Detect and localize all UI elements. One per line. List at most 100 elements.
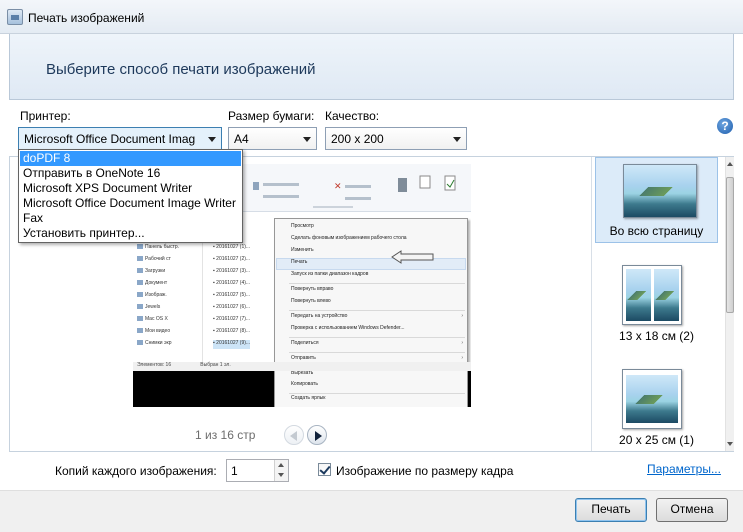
chevron-down-icon — [208, 137, 216, 142]
help-icon[interactable]: ? — [717, 118, 733, 134]
layout-13x18[interactable]: 13 x 18 см (2) — [595, 257, 718, 347]
file-row: ▪ 20161027 (1)... — [213, 244, 251, 250]
navigation-pane: Панель быстр. Рабочий ст Загрузки Докуме… — [133, 240, 203, 362]
layout-label: 13 x 18 см (2) — [619, 329, 694, 343]
context-item: Поделиться — [291, 340, 319, 346]
context-separator — [289, 310, 465, 311]
stepper-buttons[interactable] — [274, 460, 288, 481]
context-item: Передать на устройство — [291, 313, 348, 319]
paper-size-value: A4 — [234, 132, 249, 146]
layout-thumbnail — [622, 265, 682, 325]
scrollbar-thumb[interactable] — [726, 177, 734, 313]
quality-value: 200 x 200 — [331, 132, 384, 146]
layout-scrollbar[interactable] — [725, 157, 734, 451]
explorer-status-bar: Элементов: 16 Выбран 1 эл. — [133, 362, 471, 371]
printer-dropdown-list[interactable]: doPDF 8 Отправить в OneNote 16 Microsoft… — [18, 149, 243, 243]
printer-select-value: Microsoft Office Document Imag — [24, 132, 196, 146]
context-item: Проверка с использованием Windows Defend… — [291, 325, 405, 331]
copies-value[interactable]: 1 — [231, 464, 238, 478]
context-separator — [289, 337, 465, 338]
printer-option-install[interactable]: Установить принтер... — [20, 226, 241, 241]
file-row: ▪ 20161027 (2)... — [213, 256, 251, 262]
file-row: ▪ 20161027 (4)... — [213, 280, 251, 286]
previous-page-button[interactable] — [284, 425, 304, 445]
stepper-down-icon[interactable] — [278, 473, 284, 477]
print-pictures-window: Печать изображений Выберите способ печат… — [0, 0, 743, 532]
scroll-down-icon[interactable] — [727, 442, 733, 446]
printer-app-icon — [7, 9, 23, 25]
quality-label: Качество: — [325, 109, 380, 123]
printer-label: Принтер: — [20, 109, 71, 123]
nav-item: Снимки экр — [137, 340, 172, 349]
layout-full-page[interactable]: Во всю страницу — [595, 157, 718, 243]
copies-label: Копий каждого изображения: — [55, 464, 217, 478]
pointer-arrow-icon — [391, 250, 434, 264]
printer-option-mso-image-writer[interactable]: Microsoft Office Document Image Writer — [20, 196, 241, 211]
file-row: ▪ 20161027 (5)... — [213, 292, 251, 298]
layout-list: Во всю страницу 13 x 18 см (2) 20 x 25 с… — [591, 157, 723, 451]
wizard-header: Выберите способ печати изображений — [9, 34, 734, 100]
context-item: Запуск из папки диапазон кадров — [291, 271, 369, 277]
context-item: Копировать — [291, 381, 318, 387]
printer-option-xps[interactable]: Microsoft XPS Document Writer — [20, 181, 241, 196]
nav-item: Mac OS X — [137, 316, 168, 325]
arrow-left-icon — [290, 431, 297, 441]
header-title: Выберите способ печати изображений — [46, 61, 316, 78]
layout-20x25[interactable]: 20 x 25 см (1) — [595, 361, 718, 451]
preview-context-menu: Просмотр Сделать фоновым изображением ра… — [274, 218, 468, 407]
fit-picture-label[interactable]: Изображение по размеру кадра — [336, 464, 513, 478]
context-item: Повернуть влево — [291, 298, 331, 304]
file-row: ▪ 20161027 (3)... — [213, 268, 251, 274]
cancel-button[interactable]: Отмена — [656, 498, 728, 522]
context-separator — [289, 352, 465, 353]
paper-size-select[interactable]: A4 — [228, 127, 317, 150]
svg-text:✕: ✕ — [334, 182, 342, 192]
printer-select[interactable]: Microsoft Office Document Imag — [18, 127, 222, 150]
nav-item: Рабочий ст — [137, 256, 171, 265]
next-page-button[interactable] — [307, 425, 327, 445]
layout-thumbnail — [623, 164, 697, 218]
arrow-right-icon — [315, 431, 322, 441]
context-item-print: Печать — [276, 258, 466, 270]
nav-item: Изображ. — [137, 292, 167, 301]
options-link[interactable]: Параметры... — [647, 462, 721, 476]
copies-stepper[interactable]: 1 — [226, 459, 289, 482]
chevron-down-icon — [453, 137, 461, 142]
context-item: Вырезать — [291, 370, 314, 376]
fit-picture-checkbox[interactable] — [318, 463, 331, 476]
title-bar: Печать изображений — [0, 0, 743, 34]
nav-item: Панель быстр. — [137, 244, 179, 253]
context-separator — [289, 393, 465, 394]
file-row: ▪ 20161027 (8)... — [213, 328, 251, 334]
printer-option-onenote[interactable]: Отправить в OneNote 16 — [20, 166, 241, 181]
file-row: ▪ 20161027 (6)... — [213, 304, 251, 310]
context-separator — [289, 283, 465, 284]
context-item: Создать ярлык — [291, 395, 326, 401]
quality-select[interactable]: 200 x 200 — [325, 127, 467, 150]
file-row: ▪ 20161027 (9)... — [213, 340, 251, 349]
context-item: Просмотр — [291, 223, 314, 229]
nav-item: Мои видео — [137, 328, 170, 337]
file-row: ▪ 20161027 (7)... — [213, 316, 251, 322]
nav-item: Jewels — [137, 304, 160, 313]
chevron-down-icon — [303, 137, 311, 142]
layout-label: 20 x 25 см (1) — [619, 433, 694, 447]
page-indicator: 1 из 16 стр — [195, 428, 256, 442]
stepper-up-icon[interactable] — [278, 463, 284, 467]
nav-item: Загрузки — [137, 268, 165, 277]
context-item: Изменить — [291, 247, 314, 253]
nav-item: Документ — [137, 280, 167, 289]
print-button[interactable]: Печать — [575, 498, 647, 522]
chevron-right-icon: › — [461, 313, 463, 319]
context-item: Повернуть вправо — [291, 286, 334, 292]
file-list: ▪ 20161027 (1)... ▪ 20161027 (2)... ▪ 20… — [213, 240, 283, 362]
context-item: Сделать фоновым изображением рабочего ст… — [291, 235, 407, 241]
chevron-right-icon: › — [461, 340, 463, 346]
window-title: Печать изображений — [28, 11, 145, 25]
printer-option-dopdf[interactable]: doPDF 8 — [20, 151, 241, 166]
paper-size-label: Размер бумаги: — [228, 109, 315, 123]
printer-option-fax[interactable]: Fax — [20, 211, 241, 226]
layout-label: Во всю страницу — [609, 224, 704, 238]
layout-thumbnail — [622, 369, 682, 429]
scroll-up-icon[interactable] — [727, 162, 733, 166]
